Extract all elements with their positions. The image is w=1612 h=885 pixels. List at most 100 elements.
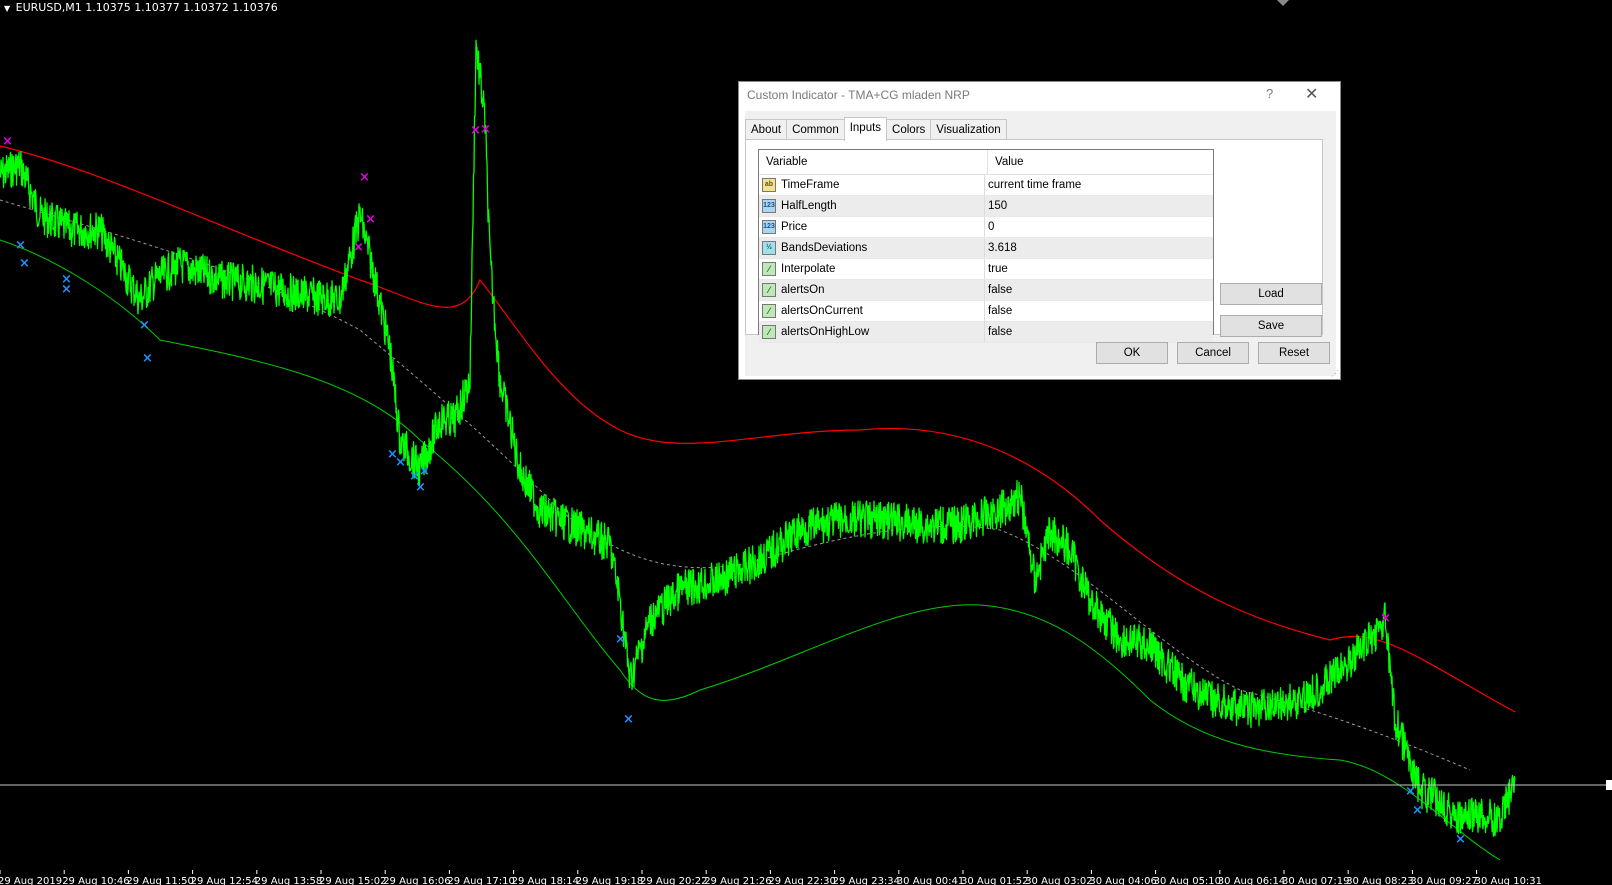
x-axis-tick-label: 30 Aug 03:02 — [1025, 876, 1092, 885]
integer-type-icon: 123 — [762, 199, 776, 213]
variable-value[interactable]: 0 — [985, 217, 994, 237]
string-type-icon: ab — [762, 178, 776, 192]
variable-name: HalfLength — [781, 200, 837, 212]
tab-common[interactable]: Common — [786, 119, 845, 140]
input-row-interpolate[interactable]: ⁄ Interpolate true — [759, 259, 1213, 280]
close-icon[interactable]: ✕ — [1305, 84, 1318, 104]
buy-signal-marker-icon: × — [15, 238, 26, 253]
x-axis-tick-label: 30 Aug 00:41 — [897, 876, 964, 885]
x-axis-tick-label: 29 Aug 18:14 — [512, 876, 579, 885]
variable-value[interactable]: 3.618 — [985, 238, 1017, 258]
symbol-label: ▼ EURUSD,M1 1.10375 1.10377 1.10372 1.10… — [4, 1, 278, 14]
variable-name: BandsDeviations — [781, 242, 868, 254]
tab-visualization[interactable]: Visualization — [930, 119, 1007, 140]
tab-about[interactable]: About — [745, 119, 788, 140]
bool-type-icon: ⁄ — [762, 325, 776, 339]
x-axis-tick-label: 29 Aug 23:34 — [833, 876, 900, 885]
variable-value[interactable]: false — [985, 322, 1012, 342]
integer-type-icon: 123 — [762, 220, 776, 234]
dialog-body: About Common Inputs Colors Visualization… — [745, 111, 1336, 376]
variable-value[interactable]: true — [985, 259, 1008, 279]
collapse-triangle-icon[interactable]: ▼ — [4, 4, 10, 13]
x-axis-tick-label: 29 Aug 15:02 — [319, 876, 386, 885]
variable-value[interactable]: 150 — [985, 196, 1007, 216]
dialog-title: Custom Indicator - TMA+CG mladen NRP — [747, 88, 970, 102]
variable-name: alertsOnHighLow — [781, 326, 870, 338]
input-row-alertsonhighlow[interactable]: ⁄ alertsOnHighLow false — [759, 322, 1213, 343]
variable-value[interactable]: false — [985, 280, 1012, 300]
input-row-price[interactable]: 123 Price 0 — [759, 217, 1213, 238]
save-button[interactable]: Save — [1220, 315, 1322, 337]
buy-signal-marker-icon: × — [61, 282, 72, 297]
bool-type-icon: ⁄ — [762, 283, 776, 297]
buy-signal-marker-icon: × — [623, 712, 634, 727]
variable-name: Interpolate — [781, 263, 836, 275]
grid-header: Variable Value — [759, 150, 1213, 175]
variable-name: alertsOn — [781, 284, 825, 296]
x-axis-tick-label: 29 Aug 13:58 — [255, 876, 322, 885]
x-axis-tick-label: 30 Aug 01:52 — [961, 876, 1028, 885]
x-axis-tick-label: 30 Aug 06:14 — [1218, 876, 1285, 885]
tab-inputs[interactable]: Inputs — [843, 117, 888, 141]
sell-signal-marker-icon: × — [359, 170, 370, 185]
sell-signal-marker-icon: × — [365, 212, 376, 227]
buy-signal-marker-icon: × — [615, 632, 626, 647]
bool-type-icon: ⁄ — [762, 304, 776, 318]
tab-colors[interactable]: Colors — [886, 119, 932, 140]
x-axis-tick-label: 30 Aug 07:19 — [1282, 876, 1349, 885]
inputs-grid: Variable Value ab TimeFrame current time … — [758, 149, 1214, 343]
input-row-halflength[interactable]: 123 HalfLength 150 — [759, 196, 1213, 217]
x-axis-tick-label: 29 Aug 22:30 — [768, 876, 835, 885]
buy-signal-marker-icon: × — [415, 480, 426, 495]
x-axis-tick-label: 29 Aug 16:06 — [383, 876, 450, 885]
x-axis-tick-label: 29 Aug 19:18 — [576, 876, 643, 885]
sell-signal-marker-icon: × — [1380, 611, 1391, 626]
cancel-button[interactable]: Cancel — [1177, 342, 1249, 364]
input-row-timeframe[interactable]: ab TimeFrame current time frame — [759, 175, 1213, 196]
tab-strip: About Common Inputs Colors Visualization — [745, 117, 1007, 141]
symbol-quote-text: EURUSD,M1 1.10375 1.10377 1.10372 1.1037… — [15, 1, 278, 14]
buy-signal-marker-icon: × — [1412, 803, 1423, 818]
x-axis-tick-label: 30 Aug 05:10 — [1154, 876, 1221, 885]
buy-signal-marker-icon: × — [142, 351, 153, 366]
x-axis-tick-label: 30 Aug 04:06 — [1089, 876, 1156, 885]
scroll-indicator-icon — [1277, 0, 1289, 6]
current-price-marker — [1606, 780, 1612, 790]
buy-signal-marker-icon: × — [19, 256, 30, 271]
buy-signal-marker-icon: × — [1455, 832, 1466, 847]
column-header-value[interactable]: Value — [988, 150, 1024, 174]
x-axis-tick-label: 29 Aug 11:50 — [126, 876, 193, 885]
x-axis-tick-label: 30 Aug 10:31 — [1475, 876, 1542, 885]
custom-indicator-dialog: Custom Indicator - TMA+CG mladen NRP ? ✕… — [738, 81, 1341, 380]
x-axis-tick-label: 29 Aug 10:46 — [62, 876, 129, 885]
input-row-bandsdeviations[interactable]: ½ BandsDeviations 3.618 — [759, 238, 1213, 259]
variable-name: TimeFrame — [781, 179, 840, 191]
bool-type-icon: ⁄ — [762, 262, 776, 276]
reset-button[interactable]: Reset — [1258, 342, 1330, 364]
resize-grip-icon[interactable]: ⋰ — [1331, 370, 1339, 378]
x-axis-tick-label: 29 Aug 12:54 — [191, 876, 258, 885]
column-header-variable[interactable]: Variable — [759, 150, 988, 174]
x-axis-tick-label: 30 Aug 09:27 — [1410, 876, 1477, 885]
buy-signal-marker-icon: × — [419, 464, 430, 479]
buy-signal-marker-icon: × — [139, 318, 150, 333]
variable-value[interactable]: false — [985, 301, 1012, 321]
sell-signal-marker-icon: × — [353, 240, 364, 255]
load-button[interactable]: Load — [1220, 283, 1322, 305]
inputs-panel: Variable Value ab TimeFrame current time … — [745, 139, 1323, 343]
sell-signal-marker-icon: × — [2, 134, 13, 149]
x-axis-tick-label: 30 Aug 08:23 — [1346, 876, 1413, 885]
double-type-icon: ½ — [762, 241, 776, 255]
buy-signal-marker-icon: × — [1405, 784, 1416, 799]
x-axis-tick-label: 29 Aug 2019 — [0, 876, 62, 885]
input-row-alertson[interactable]: ⁄ alertsOn false — [759, 280, 1213, 301]
x-axis: 29 Aug 2019 29 Aug 10:4629 Aug 11:5029 Au… — [0, 870, 1542, 885]
sell-signal-marker-icon: × — [480, 122, 491, 137]
x-axis-tick-label: 29 Aug 21:26 — [704, 876, 771, 885]
ok-button[interactable]: OK — [1096, 342, 1168, 364]
input-row-alertsoncurrent[interactable]: ⁄ alertsOnCurrent false — [759, 301, 1213, 322]
variable-value[interactable]: current time frame — [985, 175, 1081, 195]
help-icon[interactable]: ? — [1266, 86, 1273, 101]
variable-name: Price — [781, 221, 808, 233]
variable-name: alertsOnCurrent — [781, 305, 863, 317]
